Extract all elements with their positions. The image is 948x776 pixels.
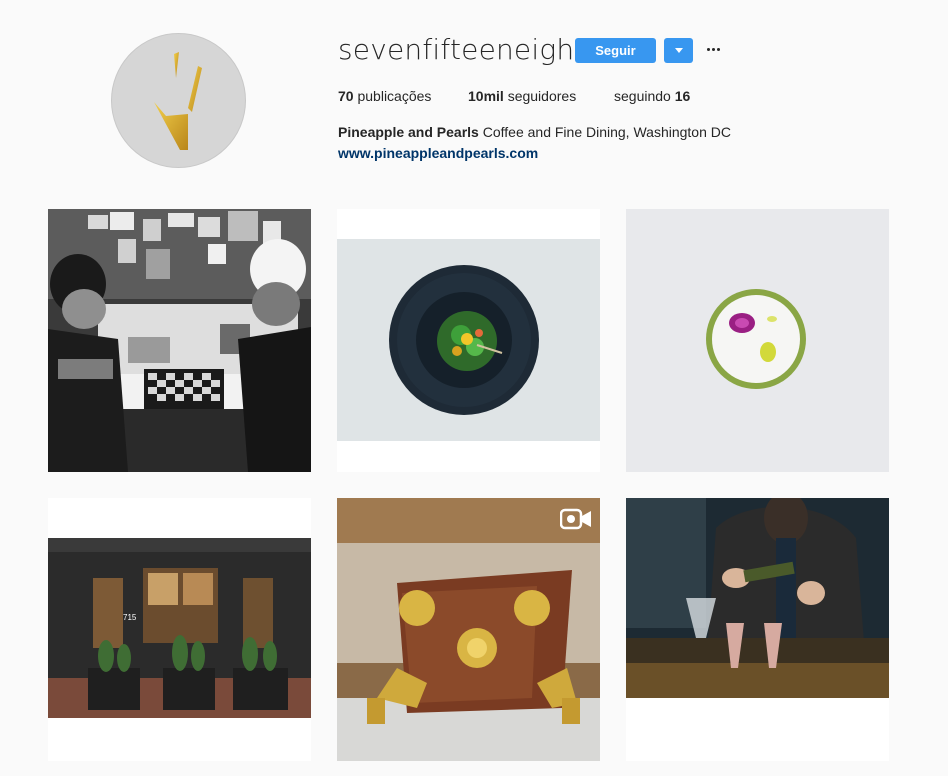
profile-bio: Pineapple and Pearls Coffee and Fine Din… [338, 124, 731, 140]
followers-stat[interactable]: 10mil seguidores [468, 88, 576, 104]
follow-button[interactable]: Seguir [575, 38, 656, 63]
caret-down-icon [674, 48, 683, 53]
followers-label: seguidores [507, 88, 577, 104]
post-image-bartender [626, 498, 889, 761]
posts-label: publicações [357, 88, 432, 104]
post-thumbnail[interactable] [337, 209, 600, 472]
posts-stat: 70 publicações [338, 88, 431, 104]
post-thumbnail[interactable] [626, 498, 889, 761]
profile-website-link[interactable]: www.pineappleandpearls.com [338, 145, 538, 161]
suggestions-dropdown-button[interactable] [664, 38, 693, 63]
pineapple-logo-icon [154, 52, 202, 150]
post-thumbnail[interactable] [48, 209, 311, 472]
following-stat[interactable]: seguindo 16 [614, 88, 690, 104]
following-count: 16 [674, 88, 691, 104]
video-icon [560, 508, 591, 530]
post-thumbnail[interactable] [337, 498, 600, 761]
door-number: 715 [123, 613, 137, 622]
post-image-dark-plate [337, 209, 600, 472]
bio-name: Pineapple and Pearls [338, 124, 479, 140]
post-thumbnail[interactable] [626, 209, 889, 472]
options-button[interactable] [703, 38, 723, 60]
post-image-white-plate [626, 209, 889, 472]
following-label: seguindo [614, 88, 671, 104]
post-thumbnail[interactable]: 715 [48, 498, 311, 761]
ellipsis-icon [706, 47, 720, 51]
post-image-storefront: 715 [48, 498, 311, 761]
post-image-chess [48, 209, 311, 472]
profile-avatar [111, 33, 246, 168]
profile-username: sevenfifteeneighth [338, 33, 604, 66]
posts-count: 70 [338, 88, 354, 104]
followers-count: 10mil [468, 88, 504, 104]
post-image-espresso [337, 498, 600, 761]
bio-text: Coffee and Fine Dining, Washington DC [482, 124, 731, 140]
